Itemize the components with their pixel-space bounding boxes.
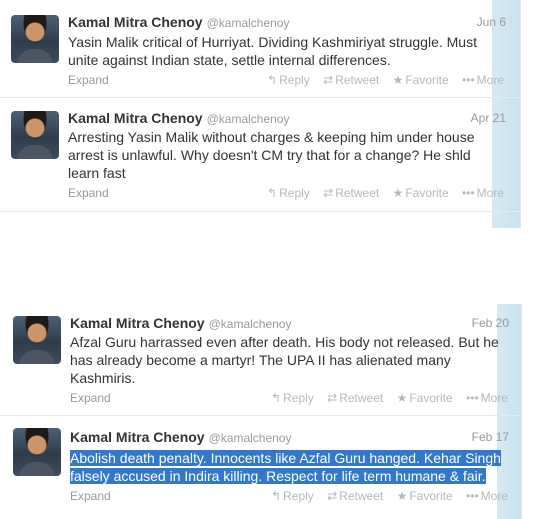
reply-button[interactable]: ↰ Reply <box>267 73 310 87</box>
tweet-text-line: Kashmiris. <box>70 370 136 386</box>
author-handle[interactable]: @kamalchenoy <box>209 431 292 445</box>
timeline-panel-bottom: Kamal Mitra Chenoy @kamalchenoy Feb 20 Af… <box>0 304 522 519</box>
retweet-icon: ⇄ <box>323 186 334 200</box>
tweet-text-line: unite against Indian state, settle inter… <box>68 52 391 68</box>
tweet-date[interactable]: Apr 21 <box>471 111 506 125</box>
reply-arrow-icon: ↰ <box>271 489 282 503</box>
tweet-text-line: arrest is unlawful. Why doesn't CM try t… <box>68 147 471 163</box>
retweet-icon: ⇄ <box>327 391 338 405</box>
reply-arrow-icon: ↰ <box>267 186 278 200</box>
retweet-icon: ⇄ <box>327 489 338 503</box>
timeline-panel-top: Kamal Mitra Chenoy @kamalchenoy Jun 6 Yas… <box>0 0 521 228</box>
favorite-button[interactable]: ★ Favorite <box>397 391 453 405</box>
tweet-date[interactable]: Feb 20 <box>472 316 509 330</box>
expand-link[interactable]: Expand <box>68 186 109 200</box>
avatar[interactable] <box>13 316 61 364</box>
star-icon: ★ <box>396 391 408 405</box>
expand-link[interactable]: Expand <box>70 489 111 503</box>
tweet-date[interactable]: Feb 17 <box>472 430 509 444</box>
tweet-header: Kamal Mitra Chenoy @kamalchenoy <box>68 110 289 126</box>
tweet-text: Afzal Guru harrassed even after death. H… <box>70 333 510 387</box>
more-button[interactable]: ••• More <box>462 73 504 87</box>
reply-button[interactable]: ↰ Reply <box>267 186 310 200</box>
selected-text: falsely accused in Indira killing. Respe… <box>70 468 486 484</box>
tweet-actions: ↰ Reply ⇄ Retweet ★ Favorite ••• More <box>257 73 504 87</box>
tweet-actions: ↰ Reply ⇄ Retweet ★ Favorite ••• More <box>261 391 508 405</box>
tweet-text-line: Abolish death penalty. Innocents like Az… <box>70 449 516 467</box>
reply-arrow-icon: ↰ <box>271 391 282 405</box>
tweet-item[interactable]: Kamal Mitra Chenoy @kamalchenoy Jun 6 Yas… <box>0 0 520 98</box>
tweet-actions: ↰ Reply ⇄ Retweet ★ Favorite ••• More <box>257 186 504 200</box>
tweet-text: Arresting Yasin Malik without charges & … <box>68 128 508 182</box>
tweet-header: Kamal Mitra Chenoy @kamalchenoy <box>70 429 291 445</box>
tweet-text-line: learn fast <box>68 165 126 181</box>
selected-text: Abolish death penalty. Innocents like Az… <box>70 450 501 466</box>
author-name[interactable]: Kamal Mitra Chenoy <box>68 110 203 126</box>
author-name[interactable]: Kamal Mitra Chenoy <box>70 429 205 445</box>
retweet-button[interactable]: ⇄ Retweet <box>327 489 383 503</box>
author-handle[interactable]: @kamalchenoy <box>207 112 290 126</box>
avatar[interactable] <box>13 428 61 476</box>
more-button[interactable]: ••• More <box>466 391 508 405</box>
author-handle[interactable]: @kamalchenoy <box>207 16 290 30</box>
avatar[interactable] <box>11 15 59 63</box>
retweet-button[interactable]: ⇄ Retweet <box>327 391 383 405</box>
dots-icon: ••• <box>462 186 475 200</box>
tweet-item[interactable]: Kamal Mitra Chenoy @kamalchenoy Apr 21 Ar… <box>0 98 520 212</box>
dots-icon: ••• <box>466 391 479 405</box>
reply-button[interactable]: ↰ Reply <box>271 391 314 405</box>
star-icon: ★ <box>392 73 404 87</box>
author-name[interactable]: Kamal Mitra Chenoy <box>68 14 203 30</box>
tweet-text-line: Afzal Guru harrassed even after death. H… <box>70 334 499 350</box>
tweet-item[interactable]: Kamal Mitra Chenoy @kamalchenoy Feb 17 Ab… <box>0 416 521 519</box>
star-icon: ★ <box>396 489 408 503</box>
more-button[interactable]: ••• More <box>462 186 504 200</box>
tweet-date[interactable]: Jun 6 <box>477 15 506 29</box>
tweet-header: Kamal Mitra Chenoy @kamalchenoy <box>68 14 289 30</box>
dots-icon: ••• <box>462 73 475 87</box>
expand-link[interactable]: Expand <box>70 391 111 405</box>
expand-link[interactable]: Expand <box>68 73 109 87</box>
tweet-text: Abolish death penalty. Innocents like Az… <box>70 449 516 485</box>
favorite-button[interactable]: ★ Favorite <box>393 73 449 87</box>
tweet-text-line: has already become a martyr! The UPA II … <box>70 352 451 368</box>
tweet-actions: ↰ Reply ⇄ Retweet ★ Favorite ••• More <box>261 489 508 503</box>
retweet-icon: ⇄ <box>323 73 334 87</box>
tweet-text-line: Arresting Yasin Malik without charges & … <box>68 129 475 145</box>
tweet-text-line: Yasin Malik critical of Hurriyat. Dividi… <box>68 34 477 50</box>
retweet-button[interactable]: ⇄ Retweet <box>323 73 379 87</box>
author-handle[interactable]: @kamalchenoy <box>209 317 292 331</box>
dots-icon: ••• <box>466 489 479 503</box>
more-button[interactable]: ••• More <box>466 489 508 503</box>
retweet-button[interactable]: ⇄ Retweet <box>323 186 379 200</box>
reply-button[interactable]: ↰ Reply <box>271 489 314 503</box>
favorite-button[interactable]: ★ Favorite <box>393 186 449 200</box>
author-name[interactable]: Kamal Mitra Chenoy <box>70 315 205 331</box>
tweet-item[interactable]: Kamal Mitra Chenoy @kamalchenoy Feb 20 Af… <box>0 304 521 416</box>
reply-arrow-icon: ↰ <box>267 73 278 87</box>
star-icon: ★ <box>392 186 404 200</box>
favorite-button[interactable]: ★ Favorite <box>397 489 453 503</box>
fragment-gap <box>0 228 549 304</box>
tweet-text-line: falsely accused in Indira killing. Respe… <box>70 467 516 485</box>
tweet-header: Kamal Mitra Chenoy @kamalchenoy <box>70 315 291 331</box>
avatar[interactable] <box>11 111 59 159</box>
tweet-text: Yasin Malik critical of Hurriyat. Dividi… <box>68 33 508 69</box>
